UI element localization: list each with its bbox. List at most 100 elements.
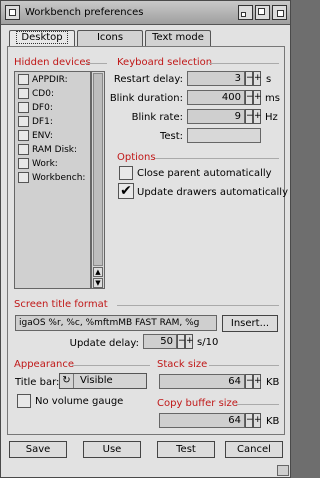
increase-button[interactable]: +	[185, 334, 194, 349]
copy-buffer-input[interactable]: 64	[159, 413, 245, 428]
decrease-button[interactable]: −	[245, 71, 254, 86]
save-button[interactable]: Save	[9, 441, 67, 458]
scroll-down-icon[interactable]: ▼	[93, 278, 103, 288]
decrease-button[interactable]: −	[177, 334, 186, 349]
hidden-devices-list[interactable]: APPDIR: CD0: DF0: DF1: ENV: RAM Disk: Wo…	[14, 71, 91, 289]
test-button-label: Test	[176, 444, 196, 455]
tab-desktop[interactable]: Desktop	[9, 30, 75, 47]
blink-duration-input[interactable]: 400	[187, 90, 245, 105]
copy-buffer-title: Copy buffer size	[157, 398, 238, 409]
update-drawers-checkbox[interactable]: ✔	[118, 183, 134, 199]
list-item[interactable]: ENV:	[18, 130, 53, 143]
increase-button[interactable]: +	[253, 71, 262, 86]
appearance-title: Appearance	[14, 359, 75, 370]
cancel-button-label: Cancel	[237, 444, 271, 455]
depth-icon[interactable]	[272, 5, 287, 20]
close-parent-label: Close parent automatically	[137, 168, 272, 179]
no-volume-gauge-label: No volume gauge	[35, 396, 124, 407]
list-item-label: DF0:	[32, 103, 53, 113]
decrease-button[interactable]: −	[245, 413, 254, 428]
list-item-label: RAM Disk:	[32, 145, 78, 155]
decrease-button[interactable]: −	[245, 90, 254, 105]
list-item-label: CD0:	[32, 89, 54, 99]
resize-handle[interactable]	[277, 465, 289, 476]
checkbox[interactable]	[18, 102, 29, 113]
stack-size-title: Stack size	[157, 359, 208, 370]
divider	[209, 365, 279, 366]
list-item[interactable]: APPDIR:	[18, 74, 68, 87]
blink-rate-unit: Hz	[265, 112, 278, 123]
stack-size-unit: KB	[266, 377, 280, 388]
window-title: Workbench preferences	[25, 7, 144, 18]
list-item[interactable]: RAM Disk:	[18, 144, 77, 157]
increase-button[interactable]: +	[253, 109, 262, 124]
close-icon[interactable]	[5, 5, 20, 20]
cycle-icon: ↻	[60, 374, 74, 388]
list-item-label: ENV:	[32, 131, 53, 141]
divider	[117, 305, 279, 306]
update-delay-label: Update delay:	[69, 338, 139, 349]
use-button-label: Use	[102, 444, 122, 455]
checkbox[interactable]	[18, 88, 29, 99]
divider	[209, 63, 279, 64]
tab-icons[interactable]: Icons	[77, 30, 143, 46]
iconify-icon[interactable]	[238, 5, 253, 20]
restart-delay-label: Restart delay:	[113, 74, 183, 85]
tab-text-mode-label: Text mode	[152, 32, 204, 43]
tab-icons-label: Icons	[96, 32, 124, 43]
stack-size-input[interactable]: 64	[159, 374, 245, 389]
list-item-label: Work:	[32, 159, 58, 169]
hidden-devices-title: Hidden devices	[14, 57, 91, 68]
scroll-up-icon[interactable]: ▲	[93, 267, 103, 277]
update-delay-unit: s/10	[197, 337, 219, 348]
checkbox[interactable]	[18, 116, 29, 127]
use-button[interactable]: Use	[83, 441, 141, 458]
title-bar-cycle[interactable]: ↻ Visible	[59, 373, 147, 389]
keyboard-selection-title: Keyboard selection	[117, 57, 213, 68]
divider	[85, 63, 107, 64]
checkbox[interactable]	[18, 144, 29, 155]
insert-button[interactable]: Insert...	[222, 315, 278, 332]
title-bar[interactable]: Workbench preferences	[1, 1, 290, 25]
no-volume-gauge-checkbox[interactable]	[17, 394, 31, 408]
update-delay-input[interactable]: 50	[143, 334, 177, 349]
copy-buffer-unit: KB	[266, 416, 280, 427]
checkbox[interactable]	[18, 130, 29, 141]
list-item[interactable]: Workbench:	[18, 172, 85, 185]
blink-rate-label: Blink rate:	[131, 112, 183, 123]
zoom-icon[interactable]	[255, 5, 270, 20]
restart-delay-input[interactable]: 3	[187, 71, 245, 86]
increase-button[interactable]: +	[253, 90, 262, 105]
cancel-button[interactable]: Cancel	[225, 441, 283, 458]
list-item-label: APPDIR:	[32, 75, 68, 85]
test-button[interactable]: Test	[157, 441, 215, 458]
list-scrollbar[interactable]: ▲ ▼	[91, 71, 105, 289]
list-item[interactable]: DF1:	[18, 116, 53, 129]
decrease-button[interactable]: −	[245, 109, 254, 124]
checkbox[interactable]	[18, 172, 29, 183]
update-drawers-label: Update drawers automatically	[137, 187, 288, 198]
checkbox[interactable]	[18, 158, 29, 169]
decrease-button[interactable]: −	[245, 374, 254, 389]
preferences-window: Workbench preferences Desktop Icons Text…	[0, 0, 291, 478]
scrollbar-thumb[interactable]	[93, 73, 103, 266]
screen-title-input[interactable]: igaOS %r, %c, %mftmMB FAST RAM, %g	[15, 315, 217, 331]
close-parent-checkbox[interactable]	[119, 166, 133, 180]
blink-duration-unit: ms	[265, 93, 280, 104]
list-item[interactable]: CD0:	[18, 88, 54, 101]
test-label: Test:	[159, 131, 183, 142]
divider	[72, 365, 150, 366]
list-item[interactable]: DF0:	[18, 102, 53, 115]
divider	[236, 404, 279, 405]
tab-text-mode[interactable]: Text mode	[145, 30, 211, 46]
list-item-label: Workbench:	[32, 173, 86, 183]
blink-rate-input[interactable]: 9	[187, 109, 245, 124]
increase-button[interactable]: +	[253, 413, 262, 428]
save-button-label: Save	[25, 444, 51, 455]
checkbox[interactable]	[18, 74, 29, 85]
test-input[interactable]	[187, 128, 261, 143]
divider	[155, 158, 279, 159]
increase-button[interactable]: +	[253, 374, 262, 389]
list-item[interactable]: Work:	[18, 158, 58, 171]
blink-duration-label: Blink duration:	[109, 93, 183, 104]
